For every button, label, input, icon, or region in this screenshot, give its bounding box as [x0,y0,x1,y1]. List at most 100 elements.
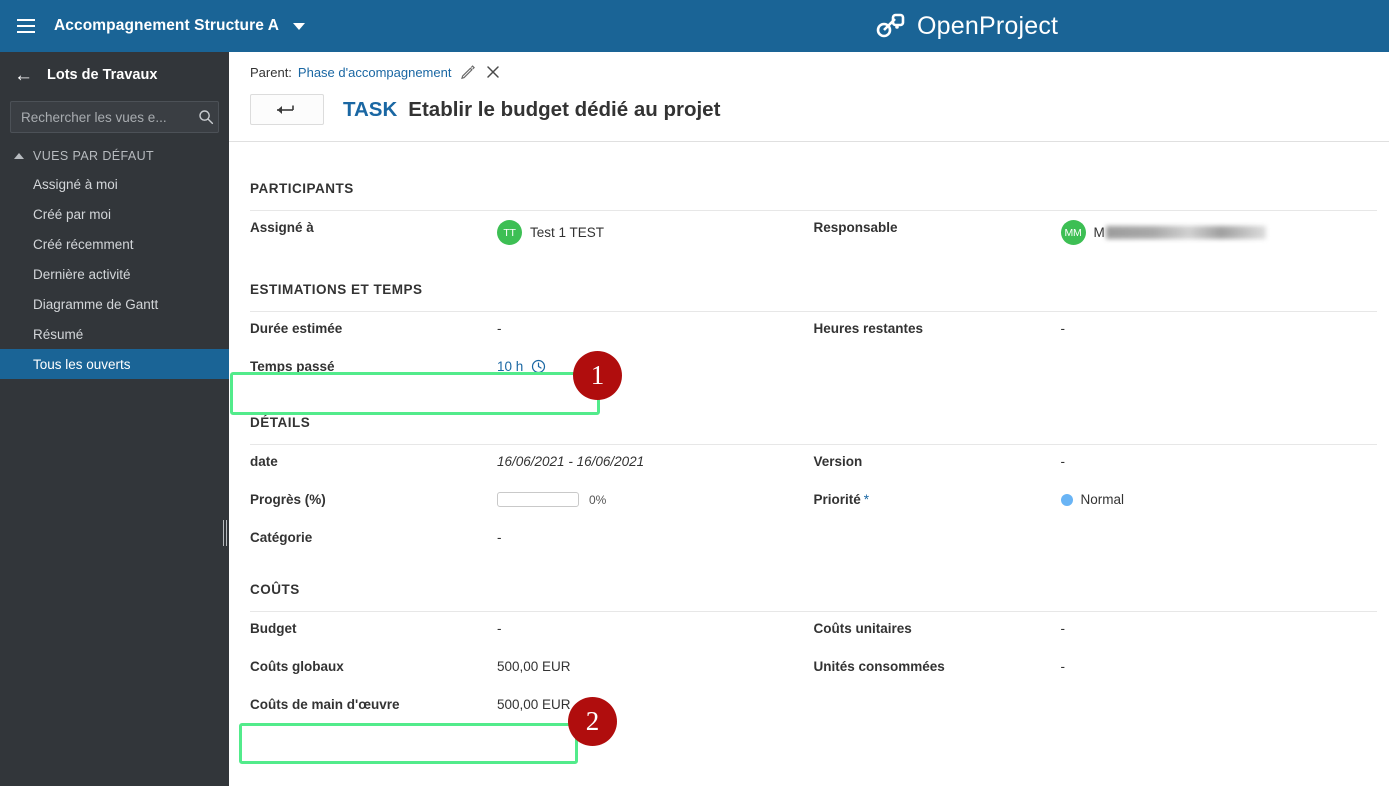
chevron-down-icon[interactable] [293,22,306,30]
progress-bar[interactable] [497,492,579,507]
field-value[interactable]: 16/06/2021 - 16/06/2021 [497,445,644,469]
sidebar-item-cree-recemment[interactable]: Créé récemment [0,229,229,259]
field-value[interactable]: MM M [1060,211,1266,245]
field-value[interactable]: - [1061,445,1066,469]
section-details: DÉTAILS date 16/06/2021 - 16/06/2021 Pro… [229,413,1389,559]
participants-left-column: Assigné à TT Test 1 TEST [250,211,814,249]
sidebar-item-resume[interactable]: Résumé [0,319,229,349]
work-package-title-row: TASK Etablir le budget dédié au projet [229,80,1389,125]
parent-link[interactable]: Phase d'accompagnement [298,65,452,80]
field-progres: Progrès (%) 0% [250,483,814,521]
section-title: COÛTS [250,582,300,597]
costs-right-column: Coûts unitaires - Unités consommées - [814,612,1378,726]
field-label: Version [813,454,863,469]
priority-value[interactable]: Normal [1081,492,1125,507]
brand-name: OpenProject [917,11,1059,40]
breadcrumb-parent: Parent: Phase d'accompagnement [229,52,1389,80]
search-box[interactable] [10,101,219,133]
field-value[interactable]: 0% [497,483,606,507]
estimations-left-column: Durée estimée - Temps passé 10 h [250,312,814,388]
sidebar-item-derniere-activite[interactable]: Dernière activité [0,259,229,289]
field-couts-main-doeuvre: Coûts de main d'œuvre 500,00 EUR [250,688,814,726]
costs-left-column: Budget - Coûts globaux 500,00 EUR Coûts … [250,612,814,726]
field-value[interactable]: - [1061,612,1066,636]
field-label: Assigné à [250,220,314,235]
field-value[interactable]: - [497,312,502,336]
work-package-subject[interactable]: Etablir le budget dédié au projet [408,98,720,122]
estimations-grid: Durée estimée - Temps passé 10 h Heures … [250,312,1377,388]
sidebar-item-cree-par-moi[interactable]: Créé par moi [0,199,229,229]
field-budget: Budget - [250,612,814,650]
priority-dot-icon [1060,493,1073,506]
sidebar: ← Lots de Travaux VUES PAR DÉFAUT Assign… [0,52,229,786]
progress-percent: 0% [589,492,607,507]
sidebar-item-assigne-a-moi[interactable]: Assigné à moi [0,169,229,199]
section-estimations: ESTIMATIONS ET TEMPS Durée estimée - Tem… [229,280,1389,388]
section-title: DÉTAILS [250,415,311,430]
clock-icon[interactable] [531,359,546,374]
sidebar-group-default-views[interactable]: VUES PAR DÉFAUT [0,133,229,169]
field-value[interactable]: - [497,612,502,636]
sidebar-item-label: Créé récemment [33,236,134,252]
field-version: Version - [814,445,1378,483]
field-responsable: Responsable MM M [814,211,1378,249]
spent-time-link[interactable]: 10 h [497,359,523,374]
field-value[interactable]: 10 h [497,350,546,374]
sidebar-item-label: Résumé [33,326,84,342]
field-label: Catégorie [250,530,313,545]
field-label: Priorité * [814,483,1061,507]
section-title: PARTICIPANTS [250,181,354,196]
work-package-type: TASK [343,97,398,121]
field-value[interactable]: - [1061,312,1066,336]
field-value[interactable]: - [497,521,502,545]
sidebar-item-label: Diagramme de Gantt [33,296,159,312]
field-label: Coûts unitaires [813,621,912,636]
back-button[interactable] [250,94,324,125]
work-package-detail: Parent: Phase d'accompagnement TASK Etab [229,52,1389,786]
avatar: TT [497,220,522,245]
details-left-column: date 16/06/2021 - 16/06/2021 Progrès (%)… [250,445,814,559]
field-label: Coûts de main d'œuvre [250,697,400,712]
field-label: date [250,454,278,469]
annotation-badge-1: 1 [573,351,622,400]
field-couts-globaux: Coûts globaux 500,00 EUR [250,650,814,688]
field-duree-estimee: Durée estimée - [250,312,814,350]
costs-grid: Budget - Coûts globaux 500,00 EUR Coûts … [250,612,1377,726]
sidebar-resize-handle[interactable] [223,520,228,546]
search-icon[interactable] [198,109,214,125]
field-value[interactable]: TT Test 1 TEST [497,211,604,245]
field-label: Responsable [813,220,898,235]
arrow-left-icon[interactable]: ← [14,66,33,85]
field-heures-restantes: Heures restantes - [814,312,1378,350]
search-input[interactable] [21,109,198,125]
app-root: Accompagnement Structure A OpenProject ←… [0,0,1389,786]
hamburger-icon[interactable] [0,0,52,52]
close-icon[interactable] [485,64,501,80]
chevron-up-icon[interactable] [14,153,24,159]
field-label: Heures restantes [813,321,924,336]
required-asterisk: * [863,492,870,507]
field-value[interactable]: 500,00 EUR [497,650,571,674]
field-label-text: Priorité [813,492,861,507]
assignee-name[interactable]: Test 1 TEST [530,225,604,240]
field-value[interactable]: 500,00 EUR [497,688,571,712]
pencil-icon[interactable] [460,64,476,80]
sidebar-group-label: VUES PAR DÉFAUT [33,149,155,163]
sidebar-item-label: Assigné à moi [33,176,118,192]
field-unites-consommees: Unités consommées - [814,650,1378,688]
field-value[interactable]: - [1061,650,1066,674]
field-date: date 16/06/2021 - 16/06/2021 [250,445,814,483]
participants-right-column: Responsable MM M [814,211,1378,249]
details-right-column: Version - Priorité * Normal [814,445,1378,559]
header-divider [229,141,1389,142]
field-value[interactable]: Normal [1060,483,1125,507]
participants-grid: Assigné à TT Test 1 TEST Responsable MM … [250,211,1377,249]
redacted-name-mask [1105,226,1266,239]
sidebar-item-tous-les-ouverts[interactable]: Tous les ouverts [0,349,229,379]
field-priorite: Priorité * Normal [814,483,1378,521]
section-title: ESTIMATIONS ET TEMPS [250,282,423,297]
responsible-name[interactable]: M [1094,225,1105,240]
sidebar-item-diagramme-de-gantt[interactable]: Diagramme de Gantt [0,289,229,319]
brand-logo[interactable]: OpenProject [875,0,1058,52]
sidebar-header: ← Lots de Travaux [0,52,229,98]
